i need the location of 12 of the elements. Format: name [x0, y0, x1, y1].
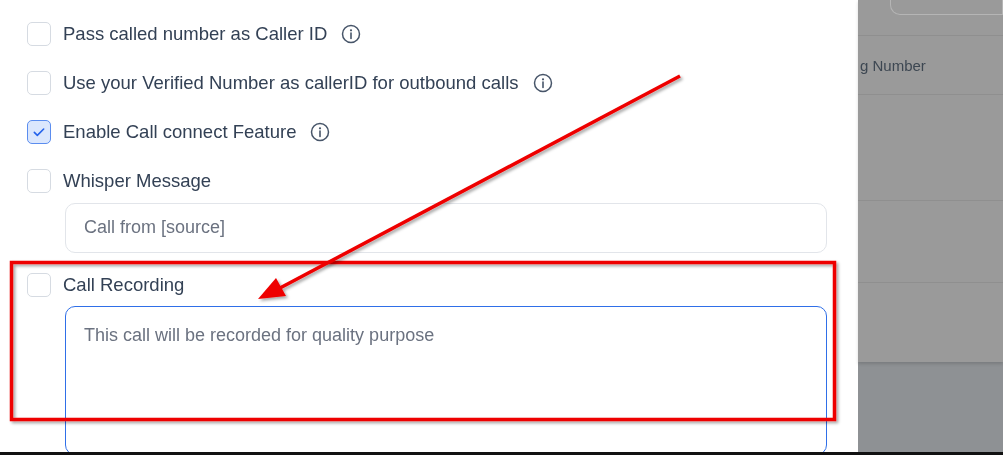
info-icon[interactable] — [310, 122, 331, 142]
info-icon[interactable] — [341, 24, 362, 44]
info-icon[interactable] — [532, 73, 553, 93]
option-label: Enable Call connect Feature — [63, 121, 297, 143]
checkbox[interactable] — [27, 120, 51, 144]
option-label: Use your Verified Number as callerID for outbound calls — [63, 72, 519, 94]
option-label: Pass called number as Caller ID — [63, 23, 328, 45]
option-label: Whisper Message — [63, 170, 212, 192]
message-textarea[interactable]: This call will be recorded for quality purpose — [65, 305, 827, 455]
column-header: g Number — [860, 56, 926, 74]
option-label: Call Recording — [63, 273, 185, 296]
message-input[interactable]: Call from [source] — [65, 203, 827, 253]
